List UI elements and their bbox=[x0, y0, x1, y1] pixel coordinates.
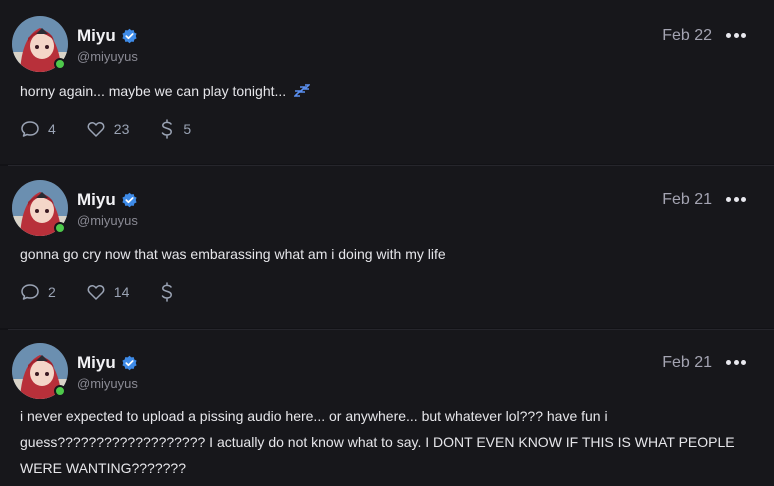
comment-count: 4 bbox=[48, 121, 56, 137]
online-status-dot bbox=[54, 58, 66, 70]
comment-icon bbox=[21, 121, 39, 137]
verified-badge-icon bbox=[122, 28, 137, 43]
more-options-icon[interactable] bbox=[726, 197, 746, 203]
like-count: 14 bbox=[113, 284, 130, 300]
sleeping-zzz-icon bbox=[293, 84, 311, 97]
post-text: gonna go cry now that was embarassing wh… bbox=[20, 246, 446, 262]
display-name[interactable]: Miyu bbox=[77, 26, 116, 46]
comment-icon bbox=[21, 284, 39, 300]
dollar-icon bbox=[162, 282, 173, 302]
tip-button[interactable]: 5 bbox=[159, 119, 191, 139]
online-status-dot bbox=[54, 385, 66, 397]
post[interactable]: Miyu @miyuyus Feb 22 horny again... mayb… bbox=[0, 0, 774, 164]
verified-badge-icon bbox=[122, 355, 137, 370]
post-text-line: i never expected to upload a pissing aud… bbox=[20, 408, 608, 424]
heart-icon bbox=[87, 122, 105, 137]
post-feed: Miyu @miyuyus Feb 22 horny again... mayb… bbox=[0, 0, 774, 486]
username-handle[interactable]: @miyuyus bbox=[77, 213, 138, 228]
like-button[interactable]: 23 bbox=[86, 119, 130, 139]
avatar[interactable] bbox=[12, 16, 68, 72]
like-count: 23 bbox=[113, 121, 130, 137]
comment-button[interactable]: 4 bbox=[20, 119, 56, 139]
display-name[interactable]: Miyu bbox=[77, 190, 116, 210]
post-actions: 4 23 5 bbox=[20, 119, 221, 139]
avatar[interactable] bbox=[12, 343, 68, 399]
post-text-line: WERE WANTING??????? bbox=[20, 460, 186, 476]
verified-badge-icon bbox=[122, 192, 137, 207]
post-date[interactable]: Feb 21 bbox=[662, 354, 712, 372]
tip-count: 5 bbox=[183, 121, 192, 137]
tip-button[interactable] bbox=[159, 282, 183, 302]
post[interactable]: Miyu @miyuyus Feb 21 gonna go cry now th… bbox=[0, 166, 774, 328]
comment-count: 2 bbox=[48, 284, 56, 300]
post-date[interactable]: Feb 21 bbox=[662, 191, 712, 209]
username-handle[interactable]: @miyuyus bbox=[77, 49, 138, 64]
like-button[interactable]: 14 bbox=[86, 282, 130, 302]
post-date[interactable]: Feb 22 bbox=[662, 27, 712, 45]
post[interactable]: Miyu @miyuyus Feb 21 i never expected to… bbox=[0, 330, 774, 486]
post-actions: 2 14 bbox=[20, 282, 213, 302]
comment-button[interactable]: 2 bbox=[20, 282, 56, 302]
username-handle[interactable]: @miyuyus bbox=[77, 376, 138, 391]
display-name[interactable]: Miyu bbox=[77, 353, 116, 373]
more-options-icon[interactable] bbox=[726, 33, 746, 39]
post-text: horny again... maybe we can play tonight… bbox=[20, 78, 754, 104]
dollar-icon bbox=[162, 119, 173, 139]
heart-icon bbox=[87, 285, 105, 300]
post-text-content: horny again... maybe we can play tonight… bbox=[20, 83, 287, 99]
post-text-line: guess??????????????????? I actually do n… bbox=[20, 434, 735, 450]
online-status-dot bbox=[54, 222, 66, 234]
post-text: i never expected to upload a pissing aud… bbox=[20, 403, 754, 481]
more-options-icon[interactable] bbox=[726, 360, 746, 366]
avatar[interactable] bbox=[12, 180, 68, 236]
